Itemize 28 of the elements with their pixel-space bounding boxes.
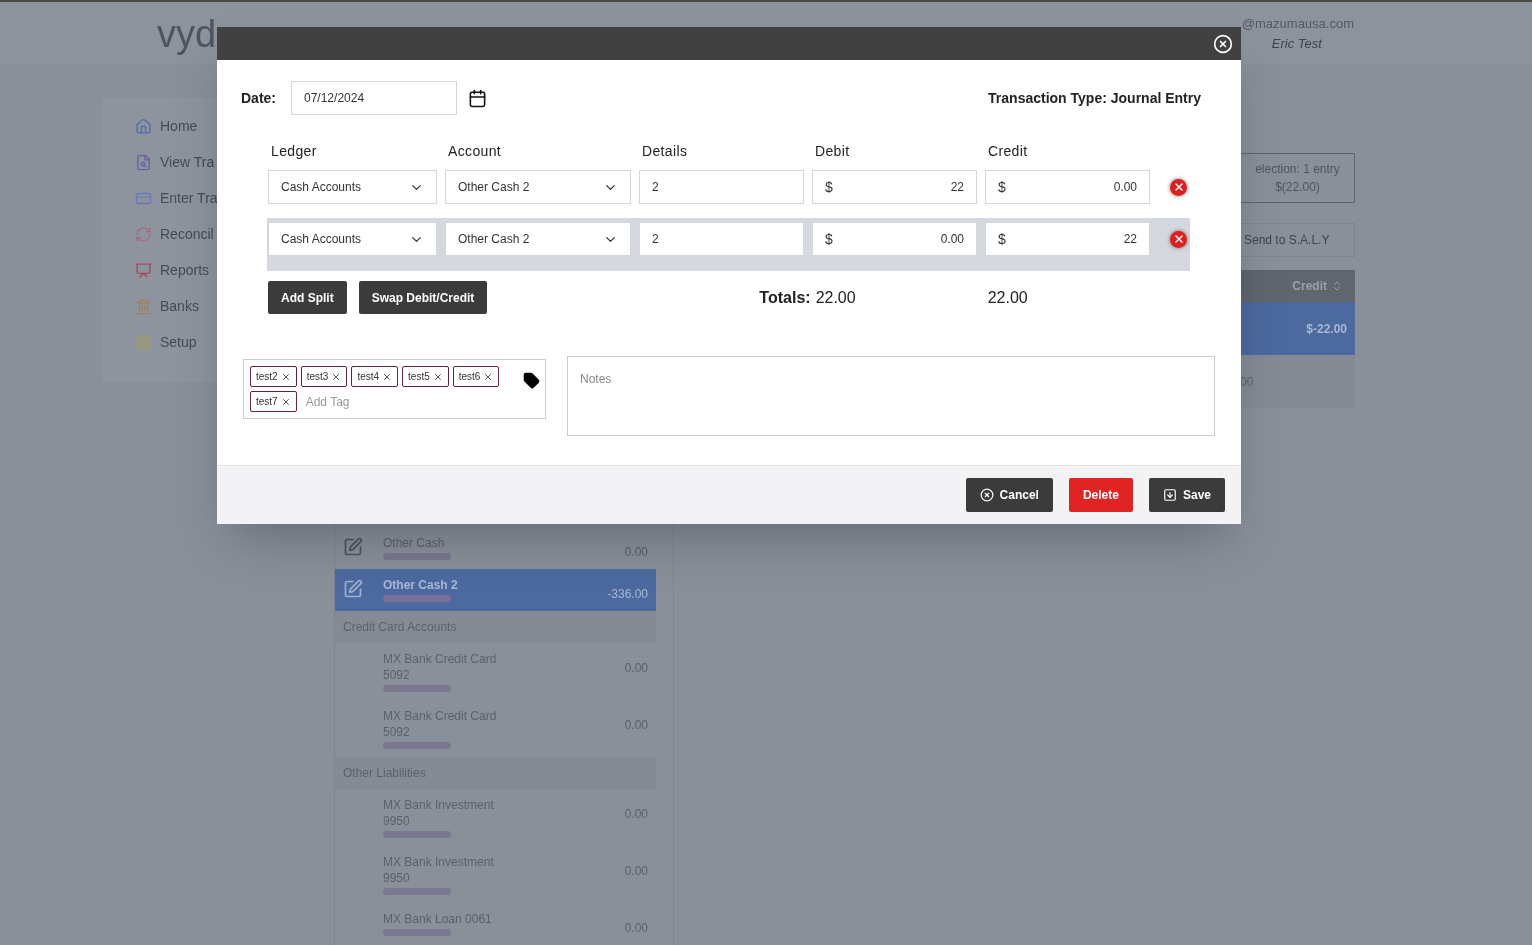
column-heading: Ledger: [270, 142, 318, 161]
table-cell-text: $-22.00: [1306, 320, 1347, 338]
debit-total: 22.00: [815, 287, 856, 308]
user-email: @mazumausa.com: [1241, 15, 1354, 33]
date-label: Date:: [241, 88, 276, 108]
credit-total: 22.00: [987, 287, 1028, 308]
tag-placeholder: Add Tag: [305, 393, 350, 411]
credit-amount: 22: [1123, 231, 1137, 248]
logo: vyd: [157, 14, 217, 53]
user-name: Eric Test: [1271, 34, 1324, 53]
currency-symbol: $: [825, 229, 833, 249]
column-heading: Details: [641, 142, 689, 161]
notes-placeholder: Notes: [580, 372, 612, 386]
column-heading: Debit: [814, 142, 851, 161]
debit-amount: 22: [950, 179, 964, 196]
summary-text: $(22.00): [1275, 179, 1320, 196]
account-amount: -336.00: [607, 586, 648, 603]
transaction-type: Transaction Type: Journal Entry: [988, 88, 1201, 108]
totals-label: Totals:: [759, 287, 811, 308]
summary-text: election: 1 entry: [1255, 161, 1340, 178]
column-heading: Account: [447, 142, 503, 161]
account-name: Other Cash 2: [383, 577, 459, 593]
column-heading: Credit: [987, 142, 1029, 161]
currency-symbol: $: [998, 229, 1006, 249]
credit-amount: 0.00: [1113, 179, 1137, 196]
currency-symbol: $: [825, 177, 833, 197]
debit-amount: 0.00: [940, 231, 964, 248]
currency-symbol: $: [998, 177, 1006, 197]
